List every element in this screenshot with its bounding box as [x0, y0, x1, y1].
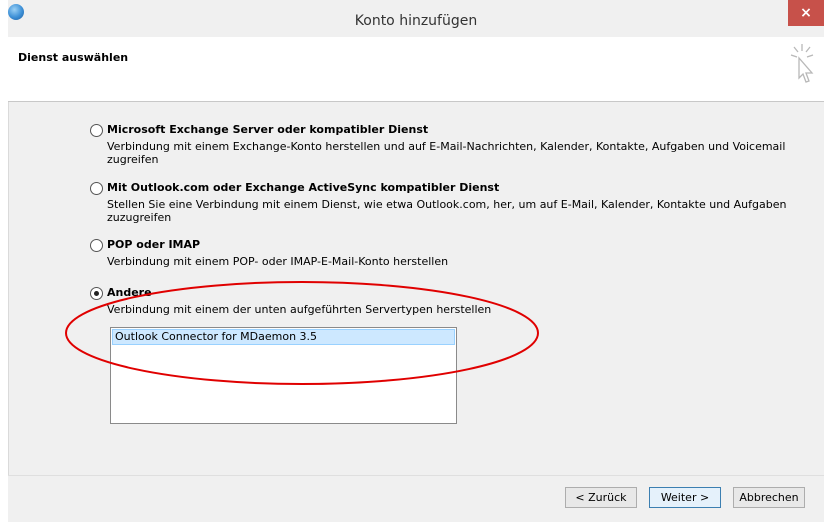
wizard-header: Dienst auswählen [8, 37, 824, 102]
radio-outlook-com[interactable] [90, 182, 103, 195]
option-pop-imap-label[interactable]: POP oder IMAP [107, 238, 200, 251]
next-button[interactable]: Weiter > [649, 487, 721, 508]
page-title: Dienst auswählen [18, 51, 129, 64]
wizard-footer: < Zurück Weiter > Abbrechen [8, 475, 824, 522]
close-button[interactable]: × [788, 0, 824, 26]
option-exchange-description: Verbindung mit einem Exchange-Konto hers… [107, 140, 786, 166]
option-exchange-label[interactable]: Microsoft Exchange Server oder kompatibl… [107, 123, 428, 136]
option-pop-imap-description: Verbindung mit einem POP- oder IMAP-E-Ma… [107, 255, 449, 268]
option-outlook-com-label[interactable]: Mit Outlook.com oder Exchange ActiveSync… [107, 181, 499, 194]
title-bar: Konto hinzufügen × [8, 0, 824, 37]
cancel-button[interactable]: Abbrechen [733, 487, 805, 508]
radio-exchange[interactable] [90, 124, 103, 137]
cursor-click-icon [790, 44, 814, 83]
back-button[interactable]: < Zurück [565, 487, 637, 508]
radio-pop-imap[interactable] [90, 239, 103, 252]
annotation-ellipse [65, 281, 539, 385]
option-outlook-com-description: Stellen Sie eine Verbindung mit einem Di… [107, 198, 787, 224]
add-account-dialog: Konto hinzufügen × Dienst auswählen Micr… [8, 0, 824, 522]
window-title: Konto hinzufügen [354, 13, 478, 29]
